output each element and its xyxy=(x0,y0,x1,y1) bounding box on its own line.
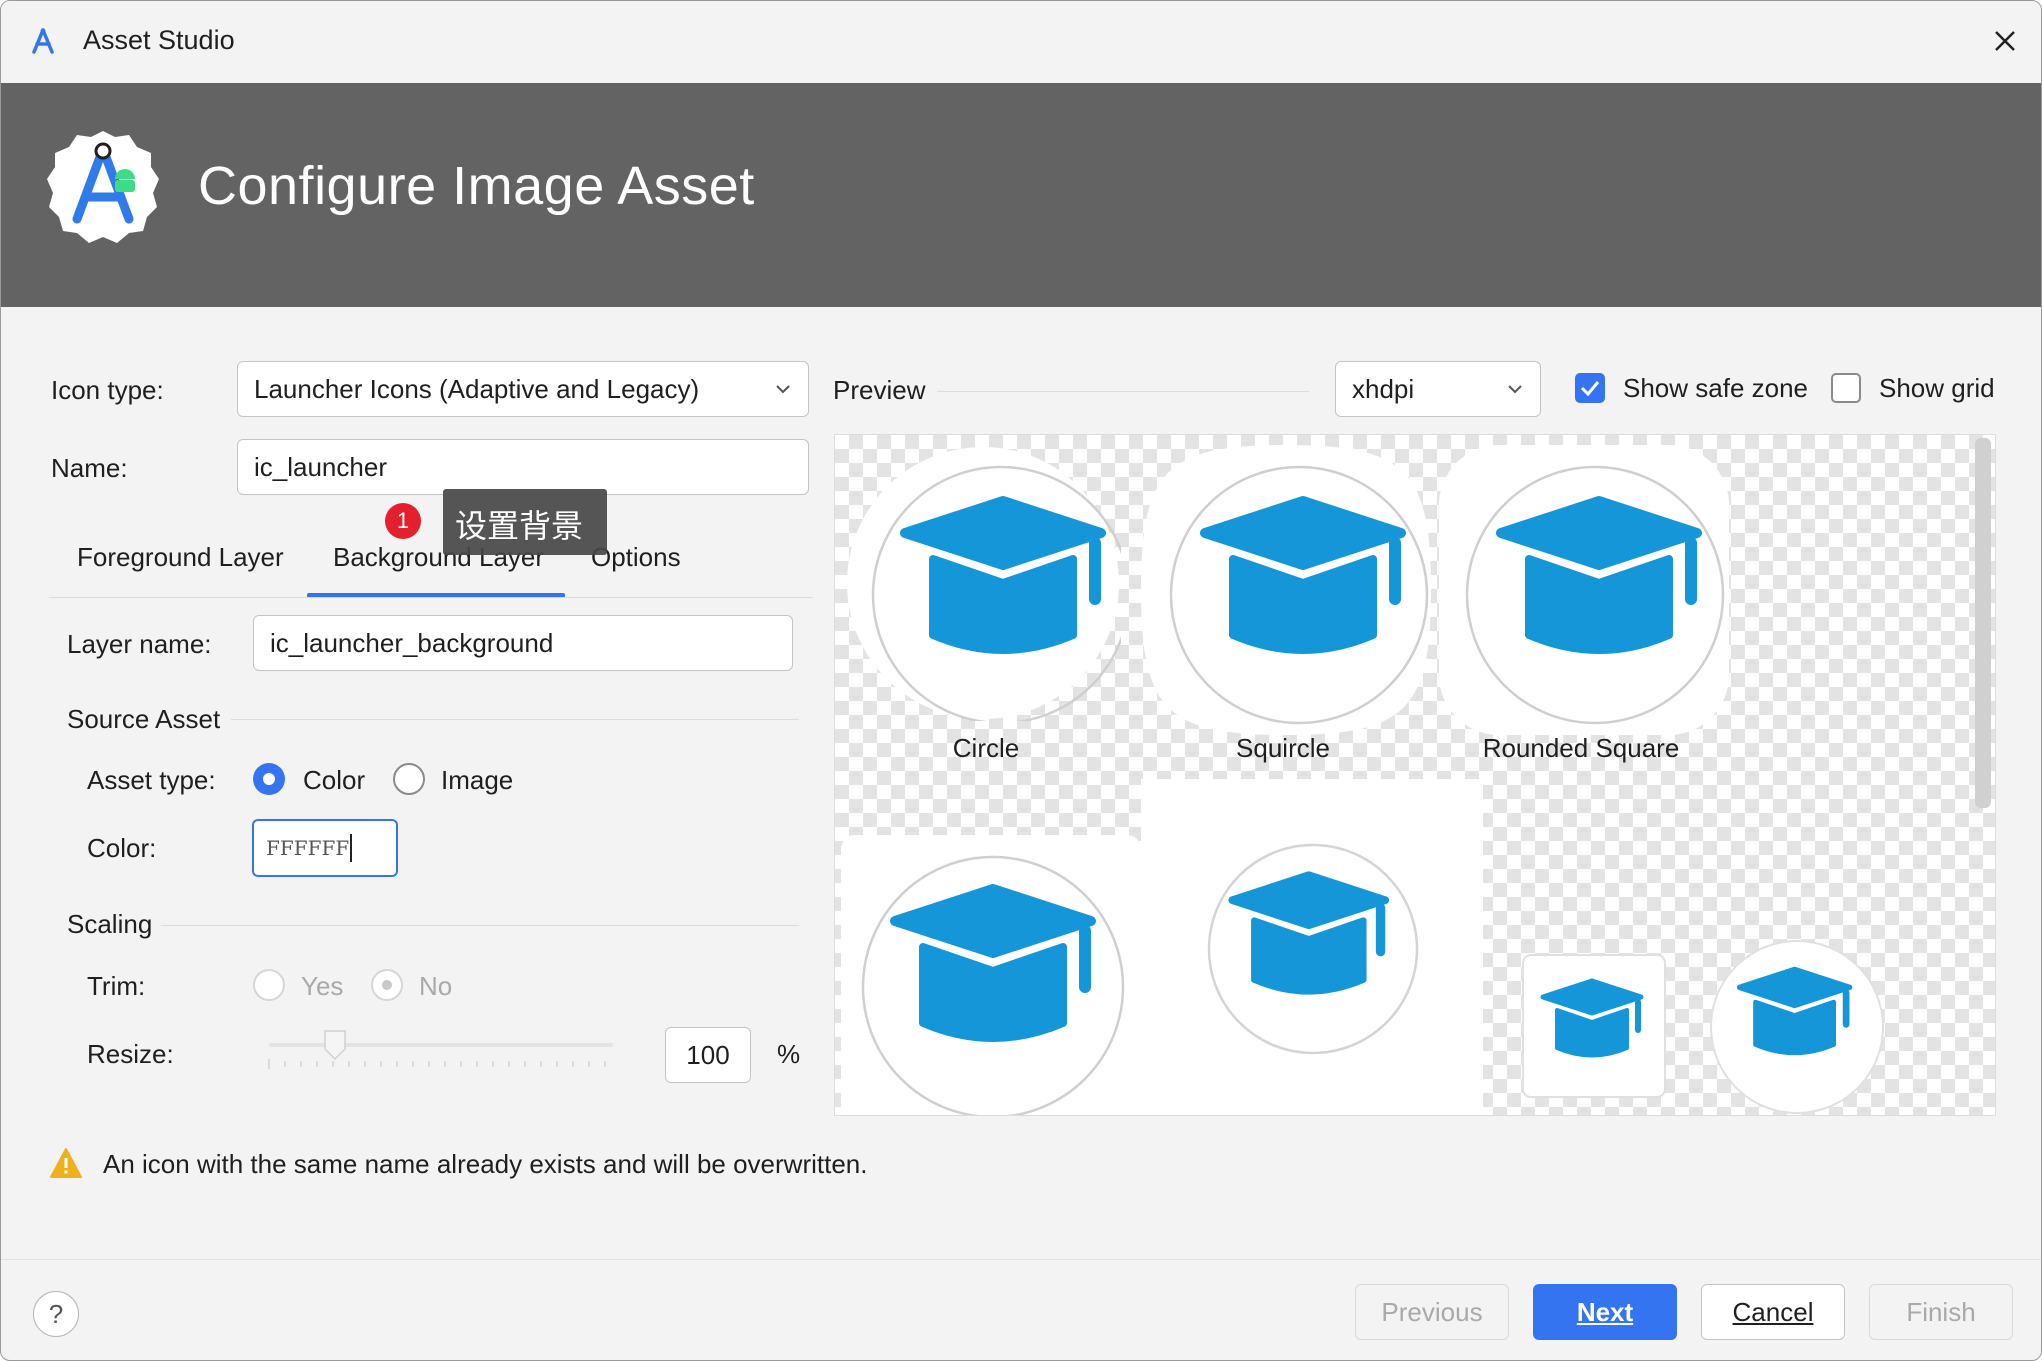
resize-unit: % xyxy=(777,1039,801,1069)
asset-type-image-label[interactable]: Image xyxy=(441,765,513,796)
name-input[interactable]: ic_launcher xyxy=(237,439,809,495)
next-button[interactable]: Next xyxy=(1533,1284,1677,1340)
annotation-tooltip: 设置背景 xyxy=(443,489,607,555)
resize-input[interactable]: 100 xyxy=(665,1027,751,1083)
warning-message: An icon with the same name already exist… xyxy=(103,1149,868,1179)
help-icon[interactable]: ? xyxy=(33,1291,79,1337)
color-input[interactable]: FFFFFF xyxy=(252,819,398,877)
title-bar: Asset Studio xyxy=(1,1,2041,83)
finish-button[interactable]: Finish xyxy=(1869,1284,2013,1340)
show-grid-checkbox[interactable] xyxy=(1831,373,1861,403)
close-icon[interactable] xyxy=(1985,21,2025,61)
preview-label: Preview xyxy=(833,375,926,405)
page-title: Configure Image Asset xyxy=(198,156,755,216)
preview-round-icon xyxy=(1710,940,1884,1114)
preview-legacy-square xyxy=(1522,954,1666,1098)
source-asset-divider xyxy=(231,719,799,720)
trim-yes-radio[interactable] xyxy=(253,969,285,1001)
preview-circle xyxy=(847,447,1121,721)
window-title: Asset Studio xyxy=(83,25,235,55)
resize-value: 100 xyxy=(686,1039,730,1070)
cancel-button[interactable]: Cancel xyxy=(1701,1284,1845,1340)
text-cursor xyxy=(350,834,353,862)
preview-caption-circle: Circle xyxy=(952,733,1020,763)
trim-no-label[interactable]: No xyxy=(419,971,452,1002)
warning-icon xyxy=(50,1148,82,1178)
preview-legacy-circle xyxy=(1207,843,1419,1055)
layer-name-label: Layer name: xyxy=(67,629,212,659)
scaling-heading: Scaling xyxy=(67,909,153,939)
trim-no-radio[interactable] xyxy=(371,969,403,1001)
preview-caption-squircle: Squircle xyxy=(1236,733,1330,763)
annotation-text: 设置背景 xyxy=(455,507,584,545)
preview-rounded-square xyxy=(1439,445,1729,735)
chevron-down-icon xyxy=(1508,385,1522,394)
name-input-value: ic_launcher xyxy=(254,451,387,482)
asset-type-label: Asset type: xyxy=(87,765,216,795)
chevron-down-icon xyxy=(776,385,790,394)
android-studio-icon xyxy=(32,28,54,54)
tab-foreground-layer[interactable]: Foreground Layer xyxy=(77,542,284,573)
color-label: Color: xyxy=(87,833,157,863)
preview-divider xyxy=(937,391,1309,392)
asset-type-color-label[interactable]: Color xyxy=(303,765,365,796)
previous-button[interactable]: Previous xyxy=(1355,1284,1509,1340)
header-banner: Configure Image Asset xyxy=(1,83,2041,307)
footer-divider xyxy=(1,1259,2041,1260)
icon-type-value: Launcher Icons (Adaptive and Legacy) xyxy=(254,373,700,404)
icon-type-dropdown[interactable]: Launcher Icons (Adaptive and Legacy) xyxy=(237,361,809,417)
preview-full-bleed xyxy=(841,835,1141,1115)
annotation-badge: 1 xyxy=(385,503,421,539)
density-dropdown[interactable]: xhdpi xyxy=(1335,361,1541,417)
checkbox-check-icon xyxy=(1580,381,1600,397)
preview-caption-rounded-square: Rounded Square xyxy=(1482,733,1680,763)
dialog-window: Asset Studio Configure Image Asset Icon … xyxy=(0,0,2042,1361)
show-grid-label[interactable]: Show grid xyxy=(1879,373,1995,404)
tab-divider xyxy=(49,597,813,598)
source-asset-heading: Source Asset xyxy=(67,704,221,734)
show-safe-zone-checkbox[interactable] xyxy=(1575,373,1605,403)
preview-squircle xyxy=(1141,445,1431,735)
color-input-value: FFFFFF xyxy=(266,836,350,860)
density-value: xhdpi xyxy=(1352,373,1415,404)
asset-type-image-radio[interactable] xyxy=(393,763,425,795)
resize-slider[interactable] xyxy=(263,1027,621,1075)
scaling-divider xyxy=(161,925,799,926)
trim-yes-label[interactable]: Yes xyxy=(301,971,343,1002)
icon-type-label: Icon type: xyxy=(51,375,164,405)
name-label: Name: xyxy=(51,453,128,483)
preview-canvas: Circle Squircle Rounded Square xyxy=(834,434,1996,1116)
preview-scrollbar[interactable] xyxy=(1975,438,1991,808)
trim-label: Trim: xyxy=(87,971,146,1001)
layer-name-input[interactable]: ic_launcher_background xyxy=(253,615,793,671)
asset-type-color-radio[interactable] xyxy=(253,763,285,795)
layer-name-value: ic_launcher_background xyxy=(270,627,554,658)
show-safe-zone-label[interactable]: Show safe zone xyxy=(1623,373,1808,404)
android-studio-icon xyxy=(47,131,159,243)
resize-label: Resize: xyxy=(87,1039,174,1069)
